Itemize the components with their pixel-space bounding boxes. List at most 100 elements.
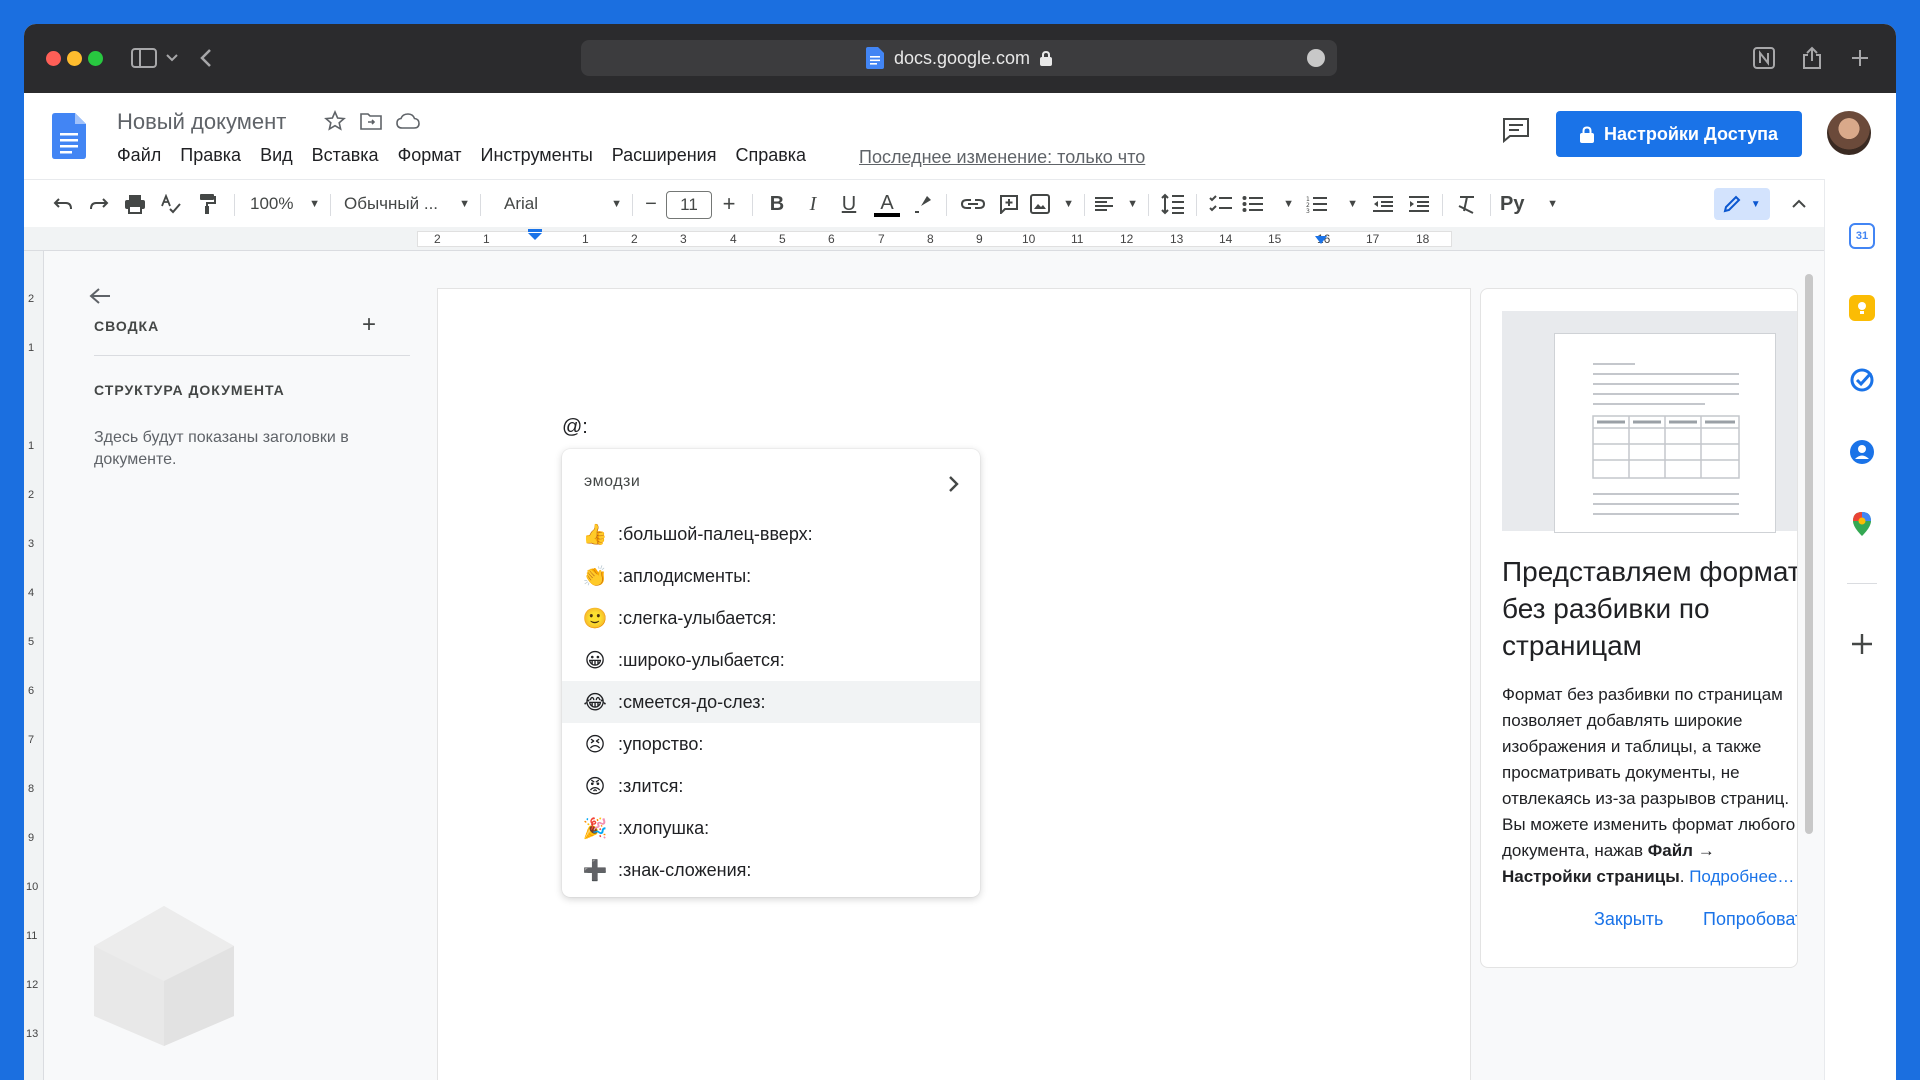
star-icon[interactable] (324, 110, 346, 132)
emoji-option-active[interactable]: 😂:смеется-до-слез: (562, 681, 980, 723)
cloud-saved-icon[interactable] (396, 112, 420, 130)
vertical-ruler[interactable]: 2 1 1 2 3 4 5 6 7 8 9 10 11 12 13 (24, 251, 44, 1080)
emoji-option[interactable]: 🎉:хлопушка: (562, 807, 980, 849)
add-summary-icon[interactable]: + (362, 311, 376, 339)
caret-down-icon: ▼ (611, 198, 622, 210)
print-icon[interactable] (120, 180, 150, 228)
page-menu-icon[interactable] (1307, 49, 1325, 67)
font-family-select[interactable]: Arial ▼ (504, 180, 622, 228)
input-tools-button[interactable]: Py ▼ (1500, 180, 1558, 228)
ruler-tick: 12 (1120, 232, 1134, 246)
numbered-list-icon[interactable]: 1 2 3 ▼ (1306, 180, 1358, 228)
redo-icon[interactable] (84, 180, 114, 228)
chevron-right-icon[interactable] (948, 475, 960, 493)
decrease-font-size-icon[interactable]: − (636, 180, 666, 228)
close-window-button[interactable] (46, 51, 61, 66)
share-button[interactable]: Настройки Доступа (1556, 111, 1802, 157)
move-folder-icon[interactable] (360, 111, 382, 131)
increase-font-size-icon[interactable]: + (714, 180, 744, 228)
back-icon[interactable] (196, 46, 216, 70)
last-edit-link[interactable]: Последнее изменение: только что (859, 147, 1145, 168)
increase-indent-icon[interactable] (1404, 180, 1434, 228)
tasks-icon[interactable] (1849, 367, 1875, 393)
collapse-menus-icon[interactable] (1784, 180, 1814, 228)
try-pageless-button[interactable]: Попробовать (1703, 909, 1797, 930)
right-indent-marker-icon[interactable] (1314, 235, 1328, 245)
calendar-icon[interactable]: 31 (1849, 223, 1875, 249)
bold-button[interactable]: B (762, 180, 792, 228)
left-indent-marker-icon[interactable] (527, 229, 543, 241)
menu-format[interactable]: Формат (398, 145, 462, 166)
emoji-option[interactable]: 😣:упорство: (562, 723, 980, 765)
menu-help[interactable]: Справка (735, 145, 806, 166)
promo-text: . (1679, 867, 1690, 886)
avatar[interactable] (1827, 111, 1871, 155)
font-value: Arial (504, 194, 539, 213)
ruler-tick: 1 (483, 232, 490, 246)
italic-button[interactable]: I (798, 180, 828, 228)
vertical-scrollbar[interactable] (1805, 274, 1813, 834)
emoji-option[interactable]: 🙂:слегка-улыбается: (562, 597, 980, 639)
menu-extensions[interactable]: Расширения (612, 145, 717, 166)
share-sheet-icon[interactable] (1800, 46, 1824, 70)
minimize-window-button[interactable] (67, 51, 82, 66)
add-comment-icon[interactable] (994, 180, 1024, 228)
line-spacing-icon[interactable] (1158, 180, 1188, 228)
bulleted-list-icon[interactable]: ▼ (1242, 180, 1294, 228)
spellcheck-icon[interactable] (156, 180, 186, 228)
maps-icon[interactable] (1849, 511, 1875, 537)
browser-window: docs.google.com Новый документ Файл Прав… (24, 24, 1896, 1080)
side-apps-rail: 31 (1824, 179, 1896, 1080)
ruler-tick: 11 (26, 930, 38, 942)
menu-view[interactable]: Вид (260, 145, 293, 166)
style-value: Обычный ... (344, 194, 439, 213)
paint-format-icon[interactable] (192, 180, 222, 228)
emoji-option[interactable]: 😀:широко-улыбается: (562, 639, 980, 681)
text-color-button[interactable]: A (870, 180, 904, 228)
chevron-down-icon[interactable] (164, 46, 180, 70)
emoji-option[interactable]: 👍:большой-палец-вверх: (562, 513, 980, 555)
zoom-select[interactable]: 100% ▼ (250, 180, 320, 228)
checklist-icon[interactable] (1206, 180, 1236, 228)
font-size-input[interactable]: 11 (666, 191, 712, 219)
plus-sign-emoji-icon: ➕ (582, 858, 608, 882)
underline-button[interactable]: U (834, 180, 864, 228)
emoji-option[interactable]: ➕:знак-сложения: (562, 849, 980, 891)
horizontal-ruler[interactable]: 2 1 1 2 3 4 5 6 7 8 9 10 11 12 13 14 15 … (24, 227, 1824, 251)
address-bar[interactable]: docs.google.com (581, 40, 1337, 76)
tears-of-joy-emoji-icon: 😂 (583, 690, 607, 714)
menu-file[interactable]: Файл (117, 145, 161, 166)
insert-image-icon[interactable]: ▼ (1030, 180, 1074, 228)
comments-icon[interactable] (1502, 117, 1530, 143)
decrease-indent-icon[interactable] (1368, 180, 1398, 228)
sidebar-toggle-icon[interactable] (130, 46, 158, 70)
clear-formatting-icon[interactable] (1452, 180, 1482, 228)
promo-line: позволяет добавлять широкие (1502, 711, 1743, 730)
align-left-icon[interactable]: ▼ (1094, 180, 1138, 228)
emoji-option[interactable]: 😡:злится: (562, 765, 980, 807)
document-page[interactable]: @: эмодзи 👍:большой-палец-вверх: 👏:аплод… (437, 288, 1471, 1080)
menu-tools[interactable]: Инструменты (481, 145, 593, 166)
highlight-icon[interactable] (908, 180, 938, 228)
menu-insert[interactable]: Вставка (312, 145, 379, 166)
learn-more-link[interactable]: Подробнее… (1689, 867, 1794, 886)
get-addons-icon[interactable] (1849, 631, 1875, 657)
svg-text:3: 3 (1306, 208, 1310, 213)
contacts-icon[interactable] (1849, 439, 1875, 465)
close-outline-arrow-icon[interactable] (89, 287, 111, 305)
keep-icon[interactable] (1849, 295, 1875, 321)
new-tab-icon[interactable] (1848, 46, 1872, 70)
link-icon[interactable] (956, 180, 990, 228)
menu-edit[interactable]: Правка (180, 145, 241, 166)
undo-icon[interactable] (48, 180, 78, 228)
zoom-window-button[interactable] (88, 51, 103, 66)
editing-mode-button[interactable]: ▼ (1714, 188, 1770, 220)
close-promo-button[interactable]: Закрыть (1594, 909, 1663, 930)
notion-icon[interactable] (1751, 46, 1777, 70)
document-title[interactable]: Новый документ (117, 109, 286, 135)
docs-logo-icon[interactable] (52, 113, 86, 159)
caret-down-icon: ▼ (309, 198, 320, 210)
paragraph-style-select[interactable]: Обычный ... ▼ (344, 180, 470, 228)
ruler-tick: 9 (28, 832, 35, 844)
emoji-option[interactable]: 👏:аплодисменты: (562, 555, 980, 597)
